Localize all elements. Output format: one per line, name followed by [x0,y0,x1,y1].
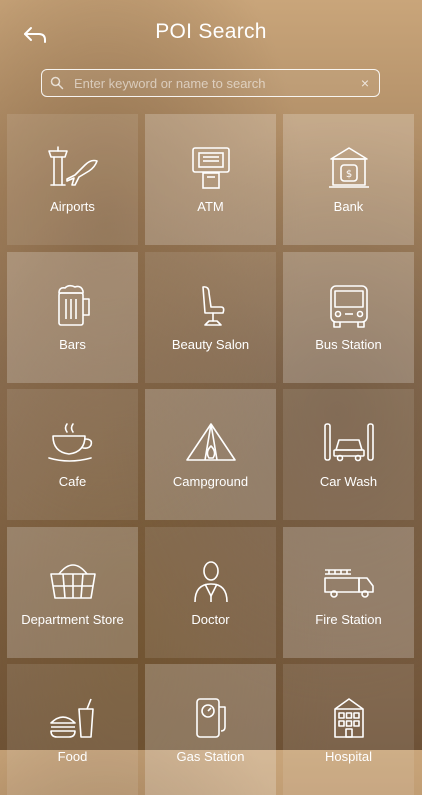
category-label: Doctor [191,612,230,627]
car-wash-icon [323,423,374,462]
category-label: Bars [59,337,86,352]
category-doctor[interactable]: Doctor [145,527,276,658]
category-label: Car Wash [319,474,378,489]
category-label: Airports [50,199,95,214]
fire-truck-icon [323,569,374,598]
shopping-basket-icon [49,564,96,599]
atm-icon [191,147,230,189]
category-label: Department Store [21,612,124,627]
burger-drink-icon [49,698,94,738]
category-label: Food [57,749,88,764]
category-car-wash[interactable]: Car Wash [283,389,414,520]
category-beauty-salon[interactable]: Beauty Salon [145,252,276,383]
beer-mug-icon [57,284,90,326]
doctor-icon [193,561,228,603]
category-label: Cafe [58,474,87,489]
bus-icon [329,285,368,328]
header-bar: POI Search [0,0,422,68]
category-cafe[interactable]: Cafe [7,389,138,520]
category-bus-station[interactable]: Bus Station [283,252,414,383]
svg-text:$: $ [345,169,351,180]
category-label: Bank [333,199,364,214]
category-department-store[interactable]: Department Store [7,527,138,658]
salon-chair-icon [201,286,224,326]
category-food[interactable]: Food [7,664,138,795]
bank-icon: $ [328,147,369,188]
category-bars[interactable]: Bars [7,252,138,383]
tent-icon [185,423,236,461]
search-input[interactable] [72,74,351,92]
category-airports[interactable]: Airports [7,114,138,245]
category-campground[interactable]: Campground [145,389,276,520]
category-label: Campground [172,474,249,489]
category-atm[interactable]: ATM [145,114,276,245]
gas-pump-icon [195,698,226,738]
hospital-icon [333,698,364,738]
airport-icon [47,146,98,186]
clear-search-button[interactable]: × [351,75,379,91]
category-fire-station[interactable]: Fire Station [283,527,414,658]
category-label: Fire Station [315,612,382,627]
category-label: Hospital [325,749,372,764]
coffee-cup-icon [47,423,92,462]
page-title: POI Search [155,20,267,43]
search-bar[interactable]: × [41,69,380,97]
search-icon [50,76,64,90]
category-bank[interactable]: $ Bank [283,114,414,245]
category-label: Bus Station [315,337,382,352]
category-label: ATM [197,199,224,214]
category-label: Beauty Salon [171,337,250,352]
category-label: Gas Station [176,749,245,764]
category-hospital[interactable]: Hospital [283,664,414,795]
category-gas-station[interactable]: Gas Station [145,664,276,795]
